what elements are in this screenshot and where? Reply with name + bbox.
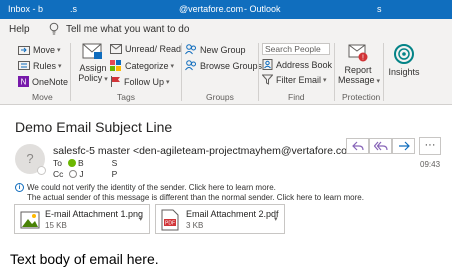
attachment-size: 3 KB	[186, 221, 204, 230]
to-recipient[interactable]: B	[78, 158, 84, 168]
ribbon-separator	[334, 43, 335, 101]
reply-icon	[351, 141, 364, 151]
categorize-button[interactable]: Categorize ▾	[110, 60, 174, 71]
chevron-down-icon[interactable]: ▾	[139, 215, 143, 223]
rules-button[interactable]: Rules ▾	[18, 60, 62, 71]
message-subject: Demo Email Subject Line	[15, 119, 173, 135]
lightbulb-icon	[49, 22, 59, 35]
title-separator: .s	[70, 4, 78, 14]
ribbon: Move ▾ Rules ▾ N OneNote Move Assign Polic…	[0, 39, 452, 105]
address-book-icon	[262, 59, 273, 70]
ribbon-separator	[181, 43, 182, 101]
report-message-button[interactable]: ! Report Message ▾	[338, 43, 380, 87]
categorize-icon	[110, 60, 121, 71]
search-people-input[interactable]: Search People	[262, 43, 330, 55]
email-body: Text body of email here.	[10, 251, 159, 267]
attachment-png[interactable]: E-mail Attachment 1.png 15 KB ▾	[14, 204, 150, 234]
group-label-groups: Groups	[206, 92, 234, 102]
attachment-size: 15 KB	[45, 221, 67, 230]
presence-unknown-icon	[69, 170, 78, 178]
move-folder-icon	[18, 46, 30, 55]
unread-read-button[interactable]: Unread/ Read	[110, 44, 181, 54]
browse-groups-icon	[185, 60, 196, 71]
title-fragment: s	[377, 4, 382, 14]
reply-all-icon	[373, 141, 388, 151]
svg-text:PDF: PDF	[165, 221, 175, 227]
group-label-protection: Protection	[342, 92, 381, 102]
reply-button[interactable]	[346, 138, 369, 154]
title-bar: Inbox - b .s @vertafore.com - Outlook s	[0, 0, 452, 19]
tell-me-input[interactable]: Tell me what you want to do	[66, 24, 189, 35]
tell-me-bar: Help Tell me what you want to do	[0, 19, 452, 39]
attachment-pdf[interactable]: PDF Email Attachment 2.pdf 3 KB ▾	[155, 204, 285, 234]
new-group-icon	[185, 44, 196, 55]
pdf-file-icon: PDF	[161, 209, 179, 231]
insights-button[interactable]: Insights	[387, 43, 421, 77]
envelope-icon	[110, 44, 122, 54]
filter-email-button[interactable]: Filter Email ▾	[262, 74, 327, 85]
assign-policy-icon	[82, 43, 102, 59]
move-button[interactable]: Move ▾	[18, 44, 61, 55]
report-message-icon: !	[348, 44, 368, 62]
presence-available-icon	[67, 159, 76, 167]
cc-line: Cc J P	[53, 169, 117, 179]
sender-warning-line-1[interactable]: We could not verify the identity of the …	[27, 183, 276, 192]
onenote-button[interactable]: N OneNote	[18, 76, 68, 87]
attachment-name: E-mail Attachment 1.png	[45, 209, 144, 219]
address-book-button[interactable]: Address Book	[262, 59, 332, 70]
image-file-icon	[20, 211, 40, 229]
ribbon-separator	[258, 43, 259, 101]
forward-button[interactable]	[392, 138, 415, 154]
sender-name[interactable]: salesfc-5 master <den-agileteam-projectm…	[53, 145, 362, 157]
svg-text:N: N	[21, 78, 27, 87]
new-group-button[interactable]: New Group	[185, 44, 246, 55]
onenote-icon: N	[18, 76, 29, 87]
cc-recipient[interactable]: J	[79, 169, 83, 179]
ribbon-separator	[383, 43, 384, 101]
chevron-down-icon[interactable]: ▾	[274, 215, 278, 223]
group-label-find: Find	[288, 92, 305, 102]
browse-groups-button[interactable]: Browse Groups	[185, 60, 262, 71]
title-account: @vertafore.com	[179, 4, 244, 14]
presence-indicator-icon	[37, 166, 46, 175]
group-label-tags: Tags	[117, 92, 135, 102]
cc-label: Cc	[53, 169, 64, 179]
title-app: - Outlook	[244, 4, 281, 14]
rules-icon	[18, 61, 30, 70]
info-icon: i	[15, 183, 24, 192]
to-line: To B S	[53, 158, 117, 168]
filter-icon	[262, 74, 273, 85]
more-actions-button[interactable]: ···	[419, 137, 441, 155]
follow-up-button[interactable]: Follow Up ▾	[110, 76, 170, 87]
flag-icon	[111, 76, 120, 87]
attachment-name: Email Attachment 2.pdf	[186, 209, 279, 219]
to-label: To	[53, 158, 62, 168]
cc-recipient[interactable]: P	[112, 169, 118, 179]
help-tab[interactable]: Help	[9, 24, 30, 35]
insights-icon	[394, 44, 414, 64]
group-label-move: Move	[32, 92, 53, 102]
ribbon-separator	[70, 43, 71, 101]
to-recipient[interactable]: S	[112, 158, 118, 168]
title-inbox: Inbox - b	[8, 4, 44, 14]
svg-text:!: !	[362, 55, 364, 62]
received-time: 09:43	[420, 160, 441, 169]
sender-warning-line-2[interactable]: The actual sender of this message is dif…	[27, 193, 364, 202]
reply-all-button[interactable]	[369, 138, 392, 154]
assign-policy-button[interactable]: Assign Policy ▾	[76, 43, 110, 85]
forward-arrow-icon	[398, 141, 410, 151]
